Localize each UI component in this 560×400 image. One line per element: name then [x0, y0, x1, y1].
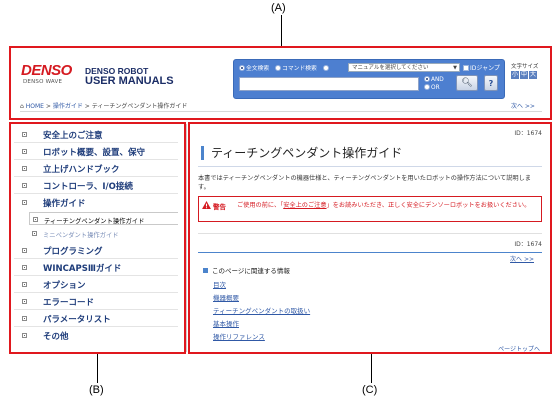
region-a-outline	[9, 46, 552, 120]
region-c-outline	[188, 122, 552, 354]
sidebar-divider	[186, 124, 187, 352]
callout-a-line	[281, 15, 282, 46]
region-b-outline	[9, 122, 186, 354]
callout-b: (B)	[89, 384, 104, 396]
callout-a: (A)	[271, 2, 286, 14]
callout-c-line	[371, 354, 372, 383]
callout-b-line	[97, 354, 98, 383]
callout-c: (C)	[362, 384, 378, 396]
